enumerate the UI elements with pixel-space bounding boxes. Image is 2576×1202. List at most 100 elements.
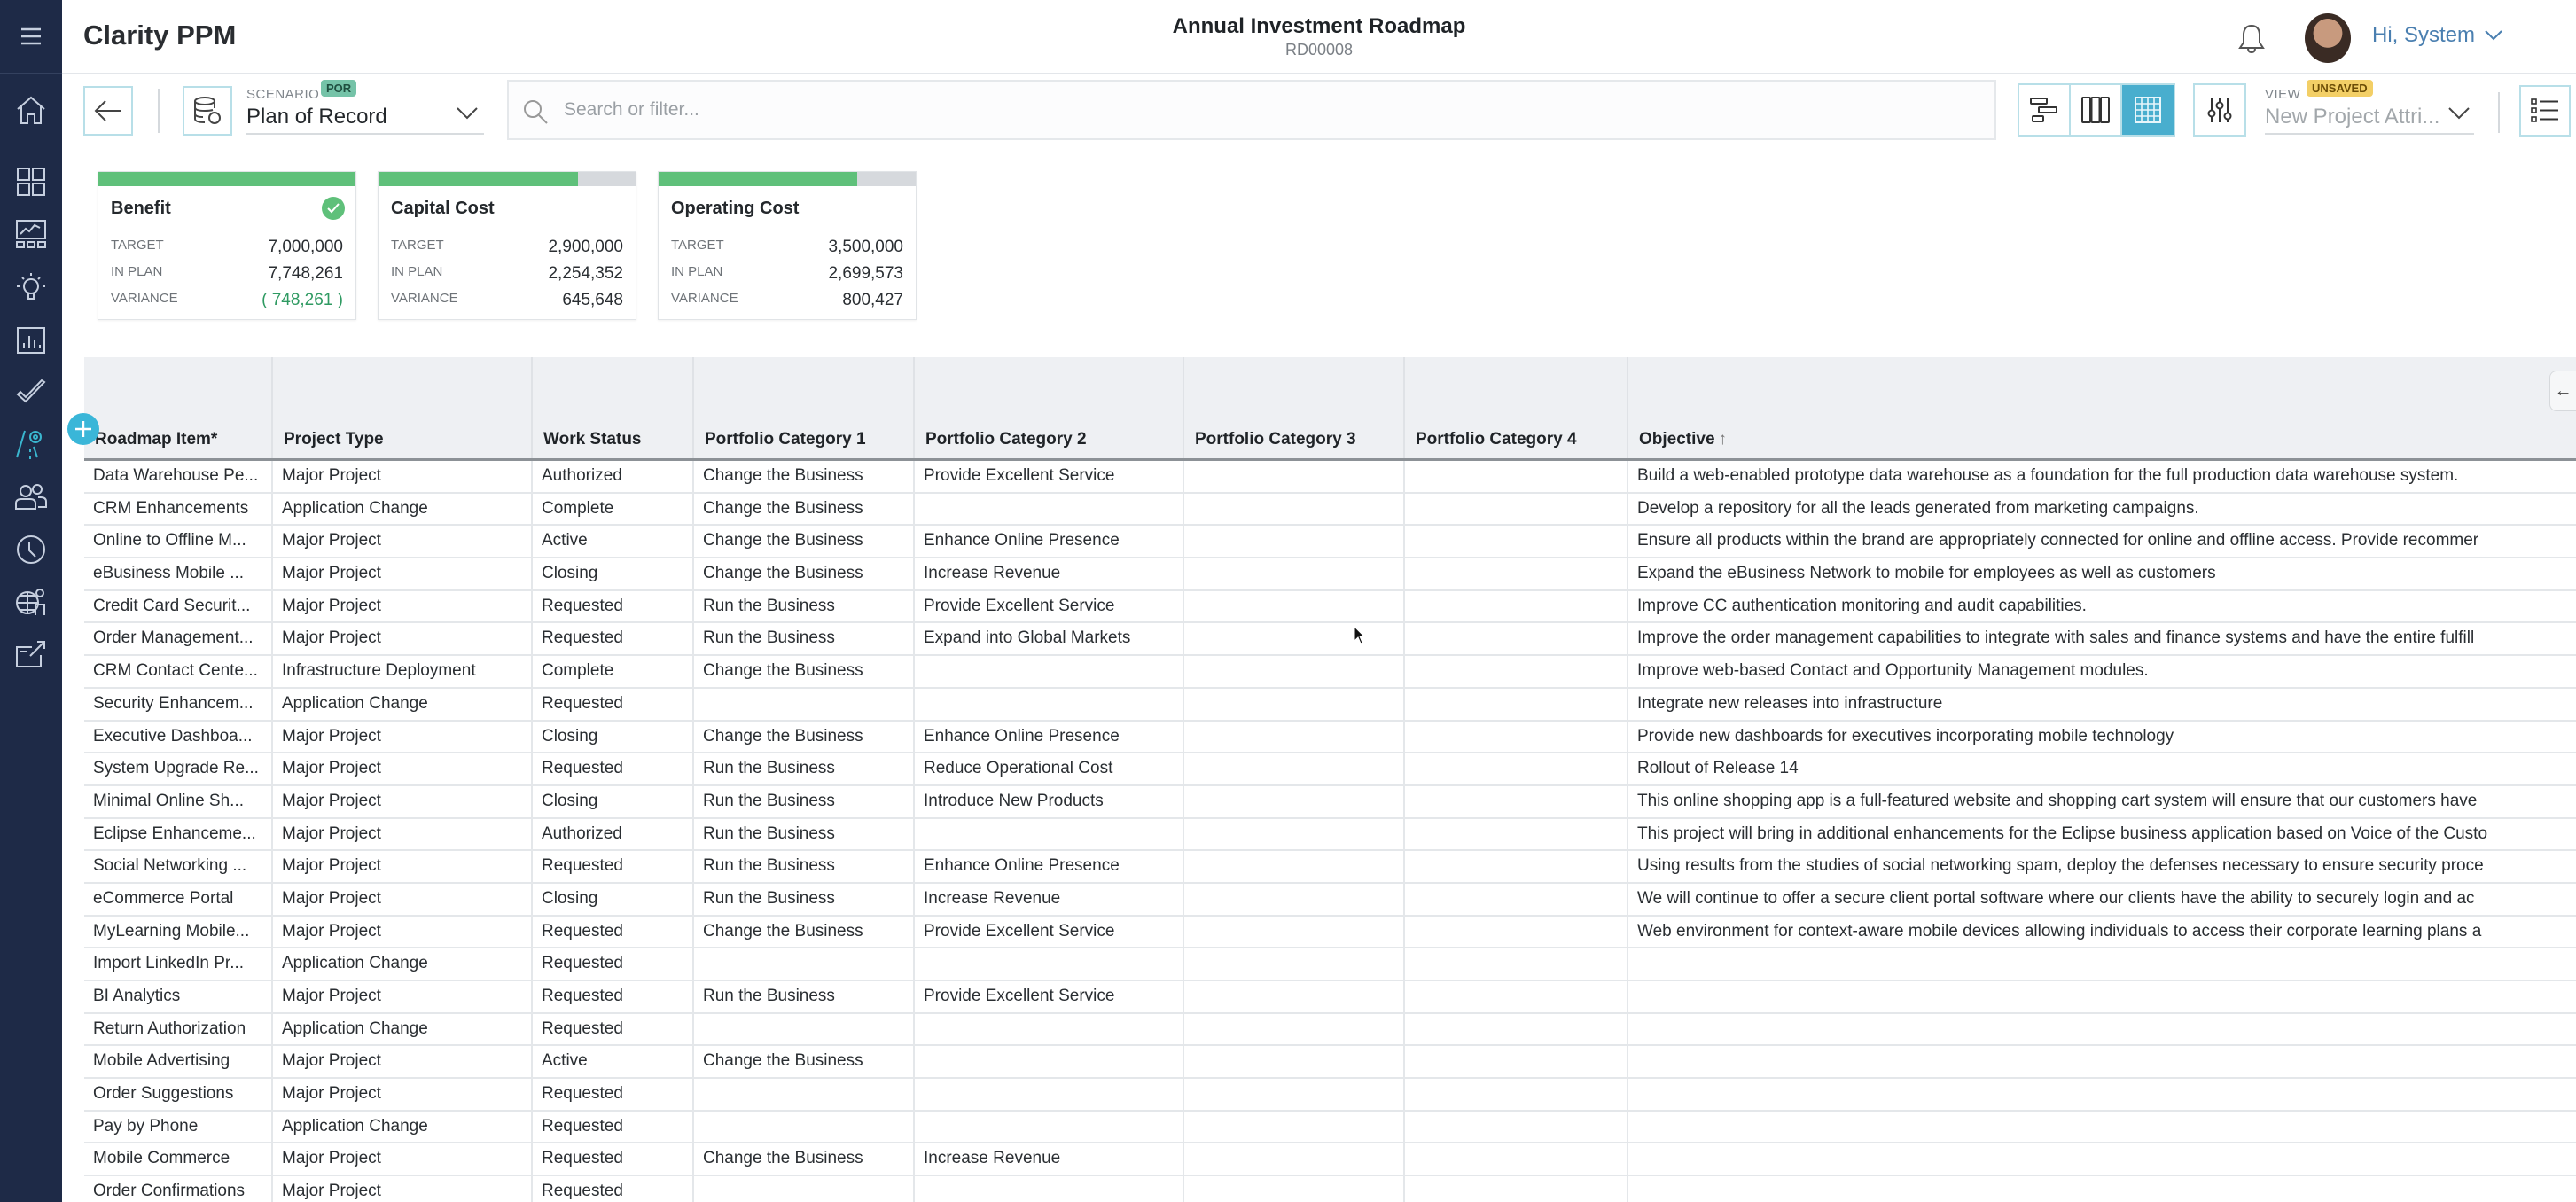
table-cell[interactable] [1184, 656, 1405, 687]
table-row[interactable]: Order Suggestions Major Project Requested [84, 1079, 2576, 1112]
table-cell[interactable]: Active [533, 526, 694, 558]
table-cell[interactable]: Major Project [273, 1176, 533, 1202]
table-cell[interactable]: Major Project [273, 818, 533, 850]
table-cell[interactable]: Build a web-enabled prototype data wareh… [1628, 461, 2576, 492]
table-cell[interactable]: Run the Business [694, 590, 915, 622]
table-cell[interactable]: Authorized [533, 818, 694, 850]
add-row-button[interactable] [67, 413, 99, 445]
table-row[interactable]: Pay by Phone Application Change Requested [84, 1111, 2576, 1144]
table-cell[interactable]: Requested [533, 1013, 694, 1045]
sidebar-item-ideas[interactable] [12, 268, 51, 307]
table-row[interactable]: Security Enhancem... Application Change Re… [84, 688, 2576, 722]
table-cell[interactable]: Major Project [273, 461, 533, 492]
search-bar[interactable] [507, 80, 1996, 140]
table-cell[interactable] [915, 1013, 1184, 1045]
table-cell[interactable]: Enhance Online Presence [915, 526, 1184, 558]
table-cell[interactable]: Mobile Commerce [84, 1143, 273, 1175]
table-cell[interactable] [1405, 916, 1628, 948]
table-cell[interactable] [694, 1079, 915, 1110]
table-cell[interactable] [1184, 493, 1405, 525]
table-cell[interactable]: Major Project [273, 981, 533, 1012]
table-row[interactable]: Data Warehouse Pe... Major Project Authori… [84, 461, 2576, 494]
table-cell[interactable] [694, 1176, 915, 1202]
table-cell[interactable] [1184, 981, 1405, 1012]
table-cell[interactable]: Active [533, 1046, 694, 1078]
table-cell[interactable] [1405, 623, 1628, 655]
table-cell[interactable]: Major Project [273, 1079, 533, 1110]
table-row[interactable]: eCommerce Portal Major Project Closing Run … [84, 883, 2576, 917]
table-cell[interactable]: CRM Enhancements [84, 493, 273, 525]
table-cell[interactable]: This online shopping app is a full-featu… [1628, 786, 2576, 817]
table-cell[interactable]: eBusiness Mobile ... [84, 558, 273, 589]
table-cell[interactable] [1405, 1079, 1628, 1110]
table-cell[interactable] [1184, 623, 1405, 655]
column-header[interactable]: Portfolio Category 4 [1405, 357, 1628, 458]
table-cell[interactable] [915, 1176, 1184, 1202]
table-cell[interactable]: Order Management... [84, 623, 273, 655]
table-cell[interactable] [1184, 1143, 1405, 1175]
table-cell[interactable]: Expand into Global Markets [915, 623, 1184, 655]
table-cell[interactable] [1405, 1176, 1628, 1202]
table-cell[interactable]: eCommerce Portal [84, 883, 273, 915]
table-cell[interactable]: Change the Business [694, 526, 915, 558]
table-row[interactable]: CRM Enhancements Application Change Comple… [84, 493, 2576, 527]
table-cell[interactable] [915, 1046, 1184, 1078]
table-cell[interactable]: Provide Excellent Service [915, 981, 1184, 1012]
column-header[interactable]: Objective ↑ [1628, 357, 2576, 458]
table-cell[interactable]: Application Change [273, 948, 533, 980]
table-cell[interactable] [1184, 883, 1405, 915]
sidebar-item-boards[interactable] [12, 162, 51, 201]
details-panel-button[interactable] [2519, 85, 2571, 137]
table-cell[interactable]: Application Change [273, 493, 533, 525]
table-cell[interactable] [694, 688, 915, 720]
table-cell[interactable] [1184, 1046, 1405, 1078]
table-cell[interactable]: Requested [533, 1176, 694, 1202]
table-cell[interactable]: Enhance Online Presence [915, 851, 1184, 882]
view-dropdown[interactable]: New Project Attri... [2265, 105, 2474, 135]
sidebar-item-tasks[interactable] [12, 372, 51, 411]
table-cell[interactable] [1405, 851, 1628, 882]
table-row[interactable]: Minimal Online Sh... Major Project Closing… [84, 785, 2576, 819]
table-cell[interactable]: Integrate new releases into infrastructu… [1628, 689, 2576, 720]
column-header[interactable]: Portfolio Category 2 [915, 357, 1184, 458]
table-cell[interactable]: Run the Business [694, 981, 915, 1012]
table-cell[interactable] [915, 1079, 1184, 1110]
table-cell[interactable]: Requested [533, 688, 694, 720]
scenario-manager-button[interactable] [183, 86, 232, 136]
table-cell[interactable]: Rollout of Release 14 [1628, 753, 2576, 784]
column-header[interactable]: Portfolio Category 3 [1184, 357, 1405, 458]
table-cell[interactable]: Major Project [273, 785, 533, 817]
table-cell[interactable] [694, 1111, 915, 1143]
table-cell[interactable] [1628, 948, 2576, 980]
user-avatar[interactable] [2305, 13, 2351, 63]
table-cell[interactable]: Social Networking ... [84, 851, 273, 882]
table-cell[interactable]: Expand the eBusiness Network to mobile f… [1628, 558, 2576, 589]
table-cell[interactable] [1184, 851, 1405, 882]
table-cell[interactable]: Using results from the studies of social… [1628, 851, 2576, 882]
scenario-dropdown[interactable]: Plan of Record [246, 105, 484, 135]
table-cell[interactable] [1405, 558, 1628, 589]
table-cell[interactable]: Introduce New Products [915, 785, 1184, 817]
table-cell[interactable]: Application Change [273, 1111, 533, 1143]
table-cell[interactable]: Run the Business [694, 851, 915, 882]
table-cell[interactable] [1184, 916, 1405, 948]
table-cell[interactable]: Increase Revenue [915, 1143, 1184, 1175]
hamburger-menu-button[interactable] [0, 0, 62, 74]
table-cell[interactable] [1184, 688, 1405, 720]
table-cell[interactable]: Change the Business [694, 656, 915, 687]
table-cell[interactable] [915, 818, 1184, 850]
view-mode-board[interactable] [2071, 85, 2122, 135]
table-cell[interactable]: This project will bring in additional en… [1628, 819, 2576, 850]
table-cell[interactable]: Web environment for context-aware mobile… [1628, 917, 2576, 948]
table-cell[interactable]: Increase Revenue [915, 558, 1184, 589]
table-cell[interactable] [915, 493, 1184, 525]
view-mode-timeline[interactable] [2019, 85, 2071, 135]
table-cell[interactable] [1405, 785, 1628, 817]
table-cell[interactable] [1628, 981, 2576, 1012]
table-cell[interactable]: Change the Business [694, 493, 915, 525]
table-cell[interactable] [1184, 526, 1405, 558]
table-cell[interactable] [1405, 818, 1628, 850]
table-cell[interactable]: CRM Contact Cente... [84, 656, 273, 687]
table-cell[interactable] [1405, 493, 1628, 525]
sidebar-item-roadmaps[interactable] [12, 425, 51, 464]
